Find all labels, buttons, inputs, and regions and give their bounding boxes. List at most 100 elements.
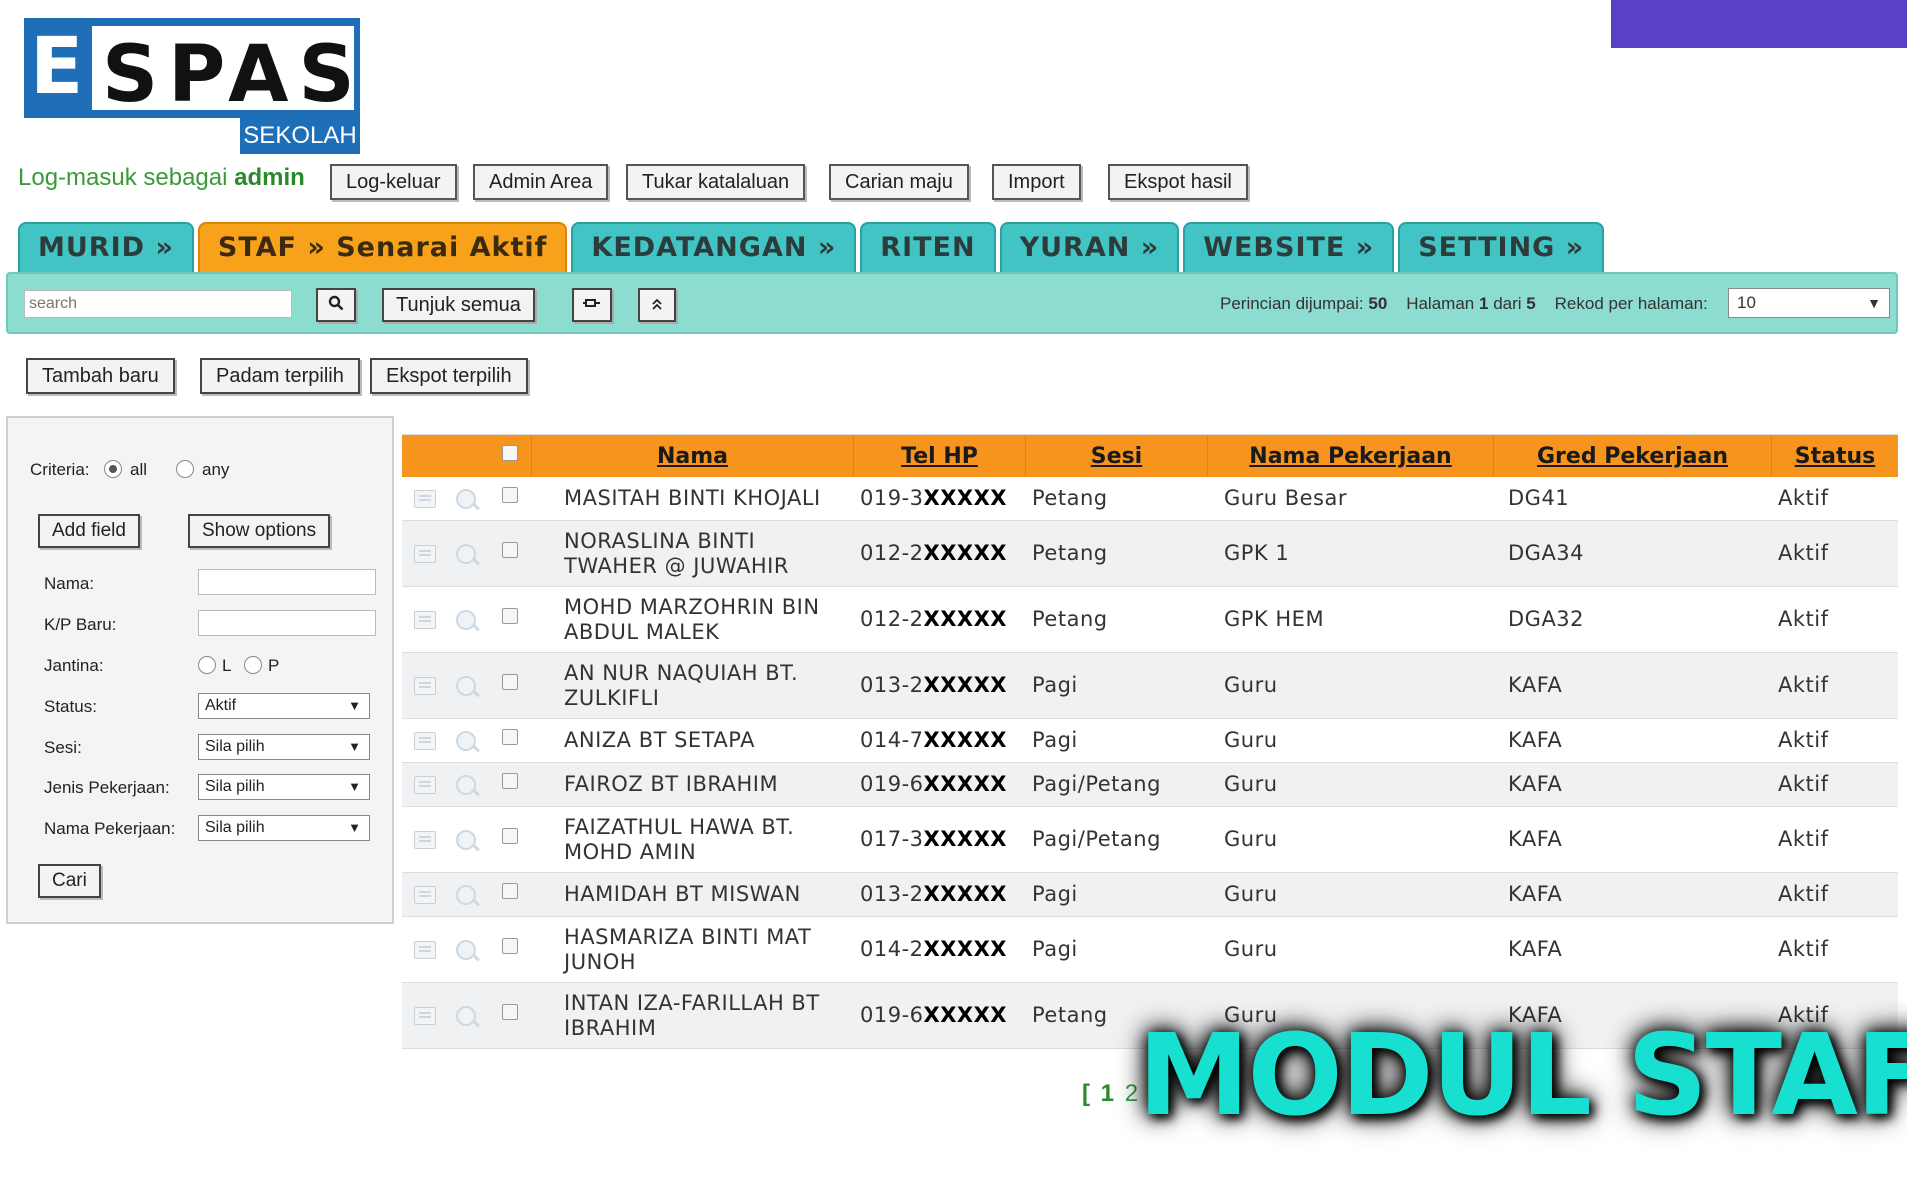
- search-input[interactable]: [24, 290, 292, 318]
- view-icon[interactable]: [456, 731, 476, 751]
- tab-riten[interactable]: RITEN: [860, 222, 996, 272]
- table-row: FAIZATHUL HAWA BT. MOHD AMIN 017-3 XXXXX Pag…: [402, 807, 1898, 873]
- jenis-label: Jenis Pekerjaan:: [44, 778, 170, 797]
- change-password-button[interactable]: Tukar katalaluan: [626, 164, 806, 200]
- cell-gred: KAFA: [1508, 937, 1563, 961]
- add-field-button[interactable]: Add field: [38, 514, 140, 548]
- namapek-select[interactable]: Sila pilih ▼: [198, 815, 370, 841]
- tab-setting[interactable]: SETTING »: [1398, 222, 1605, 272]
- edit-icon[interactable]: [414, 677, 436, 695]
- view-icon[interactable]: [456, 940, 476, 960]
- export-selected-button[interactable]: Ekspot terpilih: [370, 358, 528, 394]
- tel-prefix: 012-2: [860, 541, 924, 565]
- tel-prefix: 012-2: [860, 607, 924, 631]
- row-checkbox[interactable]: [502, 828, 518, 844]
- header-gred[interactable]: Gred Pekerjaan: [1494, 435, 1772, 477]
- row-checkbox[interactable]: [502, 1004, 518, 1020]
- row-checkbox[interactable]: [502, 608, 518, 624]
- status-value: Aktif: [205, 697, 237, 714]
- nama-line: IBRAHIM: [564, 1015, 657, 1040]
- cell-tel: 013-2 XXXXX: [860, 653, 1026, 718]
- edit-icon[interactable]: [414, 831, 436, 849]
- per-page-value: 10: [1737, 293, 1756, 312]
- dropdown-arrow-icon: ▼: [348, 820, 361, 835]
- edit-icon[interactable]: [414, 941, 436, 959]
- view-icon[interactable]: [456, 775, 476, 795]
- view-icon[interactable]: [456, 885, 476, 905]
- table-row: ANIZA BT SETAPA 014-7 XXXXX Pagi Guru KAFA Akt…: [402, 719, 1898, 763]
- jantina-label: Jantina:: [44, 656, 104, 675]
- show-all-button[interactable]: Tunjuk semua: [382, 288, 535, 322]
- header-sesi[interactable]: Sesi: [1026, 435, 1208, 477]
- row-checkbox[interactable]: [502, 938, 518, 954]
- delete-selected-button[interactable]: Padam terpilih: [200, 358, 360, 394]
- select-all-checkbox[interactable]: [502, 445, 518, 461]
- row-checkbox[interactable]: [502, 487, 518, 503]
- view-icon[interactable]: [456, 676, 476, 696]
- jenis-select[interactable]: Sila pilih ▼: [198, 774, 370, 800]
- edit-icon[interactable]: [414, 545, 436, 563]
- sesi-select[interactable]: Sila pilih ▼: [198, 734, 370, 760]
- criteria-all-radio[interactable]: [104, 460, 122, 478]
- logout-button[interactable]: Log-keluar: [330, 164, 457, 200]
- row-checkbox[interactable]: [502, 883, 518, 899]
- search-button[interactable]: [316, 288, 356, 322]
- row-checkbox[interactable]: [502, 729, 518, 745]
- row-checkbox[interactable]: [502, 773, 518, 789]
- tab-murid[interactable]: MURID »: [18, 222, 194, 272]
- edit-icon[interactable]: [414, 776, 436, 794]
- view-icon[interactable]: [456, 610, 476, 630]
- export-results-button[interactable]: Ekspot hasil: [1108, 164, 1248, 200]
- jantina-l-radio[interactable]: [198, 656, 216, 674]
- header-nama-pekerjaan[interactable]: Nama Pekerjaan: [1208, 435, 1494, 477]
- table-row: MOHD MARZOHRIN BIN ABDUL MALEK 012-2 XXXXX P…: [402, 587, 1898, 653]
- edit-icon[interactable]: [414, 886, 436, 904]
- add-new-button[interactable]: Tambah baru: [26, 358, 175, 394]
- advanced-search-button[interactable]: Carian maju: [829, 164, 969, 200]
- tab-website[interactable]: WEBSITE »: [1183, 222, 1395, 272]
- header-nama[interactable]: Nama: [532, 435, 854, 477]
- edit-icon[interactable]: [414, 490, 436, 508]
- status-select[interactable]: Aktif ▼: [198, 693, 370, 719]
- tab-yuran[interactable]: YURAN »: [999, 222, 1180, 272]
- toggle-columns-button[interactable]: [572, 288, 612, 322]
- row-checkbox[interactable]: [502, 542, 518, 558]
- import-button[interactable]: Import: [992, 164, 1081, 200]
- view-icon[interactable]: [456, 830, 476, 850]
- tel-prefix: 019-6: [860, 1003, 924, 1027]
- search-submit-button[interactable]: Cari: [38, 864, 101, 898]
- view-icon[interactable]: [456, 1006, 476, 1026]
- view-icon[interactable]: [456, 544, 476, 564]
- collapse-button[interactable]: [638, 288, 676, 322]
- cell-gred: KAFA: [1508, 882, 1563, 906]
- cell-sesi: Petang: [1032, 486, 1108, 510]
- cell-sesi: Petang: [1032, 541, 1108, 565]
- edit-icon[interactable]: [414, 732, 436, 750]
- edit-icon[interactable]: [414, 1007, 436, 1025]
- cell-status: Aktif: [1778, 486, 1829, 510]
- row-checkbox[interactable]: [502, 674, 518, 690]
- jantina-p-radio[interactable]: [244, 656, 262, 674]
- per-page-select[interactable]: 10 ▼: [1728, 288, 1890, 318]
- cell-gred: KAFA: [1508, 827, 1563, 851]
- show-options-button[interactable]: Show options: [188, 514, 331, 548]
- admin-area-button[interactable]: Admin Area: [473, 164, 609, 200]
- nama-input[interactable]: [198, 569, 376, 595]
- criteria-any-radio[interactable]: [176, 460, 194, 478]
- cell-gred: KAFA: [1508, 728, 1563, 752]
- cell-status: Aktif: [1778, 827, 1829, 851]
- sesi-label: Sesi:: [44, 738, 82, 757]
- header-tel[interactable]: Tel HP: [854, 435, 1026, 477]
- tab-kedatangan[interactable]: KEDATANGAN »: [571, 222, 857, 272]
- kp-input[interactable]: [198, 610, 376, 636]
- tel-prefix: 017-3: [860, 827, 924, 851]
- view-icon[interactable]: [456, 489, 476, 509]
- columns-icon: [583, 299, 600, 307]
- page-of: dari: [1493, 294, 1522, 313]
- jenis-value: Sila pilih: [205, 778, 265, 795]
- tab-staf[interactable]: STAF » Senarai Aktif: [197, 222, 568, 272]
- edit-icon[interactable]: [414, 611, 436, 629]
- cell-status: Aktif: [1778, 728, 1829, 752]
- tel-prefix: 014-7: [860, 728, 924, 752]
- header-status[interactable]: Status: [1772, 435, 1898, 477]
